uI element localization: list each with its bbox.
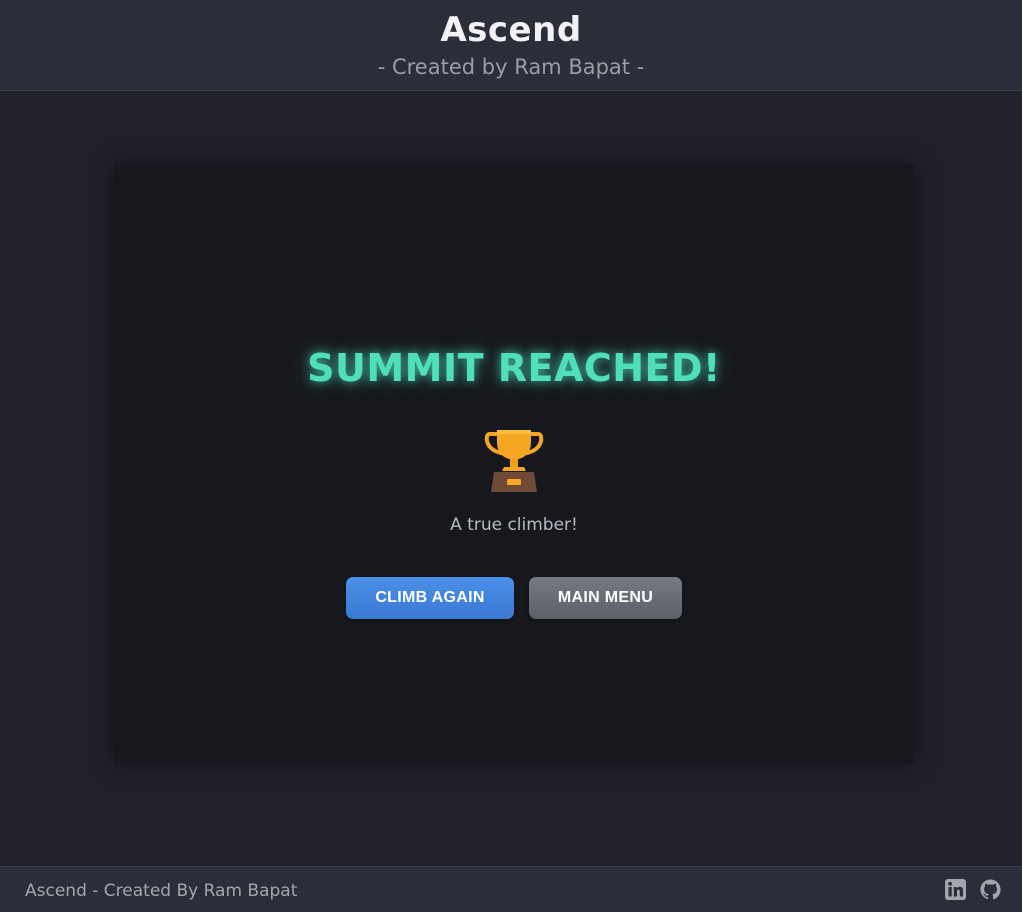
app-title: Ascend: [440, 10, 582, 50]
github-icon[interactable]: [980, 879, 1001, 900]
main-menu-button[interactable]: MAIN MENU: [529, 577, 682, 619]
climb-again-button[interactable]: CLIMB AGAIN: [346, 577, 514, 619]
result-title: SUMMIT REACHED!: [307, 346, 721, 390]
footer-credit: Ascend - Created By Ram Bapat: [25, 881, 298, 901]
linkedin-icon[interactable]: [945, 879, 966, 900]
game-canvas[interactable]: SUMMIT REACHED! A true climber! CLIMB AG…: [114, 164, 914, 764]
trophy-icon: [484, 430, 544, 492]
app-header: Ascend - Created by Ram Bapat -: [0, 0, 1022, 91]
app-footer: Ascend - Created By Ram Bapat: [0, 866, 1022, 912]
result-message: A true climber!: [450, 515, 578, 535]
app-subtitle: - Created by Ram Bapat -: [377, 55, 645, 79]
